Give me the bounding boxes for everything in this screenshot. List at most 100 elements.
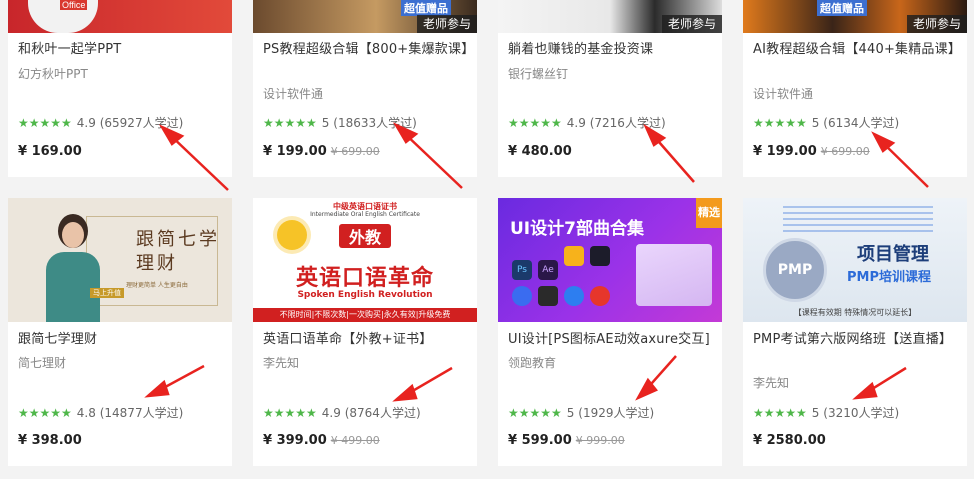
rating-value: 4.9 (566, 116, 586, 130)
thumbnail-bottom-bar: 不限时间|不限次数|一次购买|永久有效|升级免费 (253, 308, 477, 322)
star-rating-icon: ★★★★★ (18, 406, 72, 420)
sun-icon (277, 220, 307, 250)
thumbnail-en-text: Spoken English Revolution (297, 290, 433, 300)
course-author: 领跑教育 (508, 356, 557, 370)
thumbnail-tag: 外教 (339, 224, 392, 248)
course-price: ¥ 399.00 ¥ 499.00 (263, 432, 380, 450)
teacher-badge: 老师参与 (906, 15, 967, 33)
course-title[interactable]: PMP考试第六版网络班【送直播】 (753, 329, 959, 351)
thumbnail-main-text: 项目管理 (857, 244, 929, 265)
course-rating: ★★★★★ 5 (1929人学过) (508, 405, 654, 421)
course-price: ¥ 199.00 ¥ 699.00 (753, 143, 870, 161)
course-thumbnail[interactable]: 中级英语口语证书 Intermediate Oral English Certi… (253, 198, 477, 322)
learner-count: (7216人学过) (589, 116, 666, 130)
current-price: ¥ 480.00 (508, 144, 572, 159)
course-thumbnail[interactable]: 超值赠品 老师参与 (253, 0, 477, 33)
course-thumbnail[interactable]: PMP 项目管理 PMP培训课程 【课程有效期 特殊情况可以延长】 (743, 198, 967, 322)
star-rating-icon: ★★★★★ (263, 116, 317, 130)
current-price: ¥ 599.00 (508, 433, 572, 448)
course-title[interactable]: 和秋叶一起学PPT (18, 39, 224, 61)
thumbnail-info-lines (783, 206, 933, 236)
course-card[interactable]: 超值赠品 老师参与 AI教程超级合辑【440+集精品课】 设计软件通 ★★★★★… (743, 0, 967, 177)
thumbnail-gift-text: 超值赠品 (817, 0, 867, 16)
course-card[interactable]: 跟简七学理财 理财更简单 人生更自由 马上升值 跟简七学理财 简七理财 ★★★★… (8, 198, 232, 466)
course-rating: ★★★★★ 5 (3210人学过) (753, 405, 899, 421)
course-author: 设计软件通 (753, 87, 814, 101)
learner-count: (1929人学过) (578, 406, 655, 420)
course-thumbnail[interactable]: Office (8, 0, 232, 33)
current-price: ¥ 398.00 (18, 433, 82, 448)
course-author: 李先知 (753, 376, 790, 390)
star-rating-icon: ★★★★★ (508, 116, 562, 130)
axure-icon (590, 246, 610, 266)
course-thumbnail[interactable]: 老师参与 (498, 0, 722, 33)
course-title[interactable]: UI设计[PS图标AE动效axure交互] (508, 329, 714, 351)
app-icons: Ps Ae (512, 246, 632, 316)
thumbnail-tag: 精选 (696, 198, 722, 228)
course-rating: ★★★★★ 4.9 (65927人学过) (18, 115, 183, 131)
course-author: 李先知 (263, 356, 300, 370)
original-price: ¥ 499.00 (330, 434, 380, 447)
course-price: ¥ 480.00 (508, 143, 572, 161)
link-icon (512, 286, 532, 306)
course-author: 设计软件通 (263, 87, 324, 101)
learner-count: (65927人学过) (99, 116, 184, 130)
ps-icon: Ps (512, 260, 532, 280)
teacher-badge: 老师参与 (661, 15, 722, 33)
current-price: ¥ 169.00 (18, 144, 82, 159)
rating-value: 5 (811, 406, 820, 420)
course-title[interactable]: 跟简七学理财 (18, 329, 224, 351)
course-title[interactable]: 英语口语革命【外教+证书】 (263, 329, 469, 351)
star-rating-icon: ★★★★★ (18, 116, 72, 130)
rating-value: 5 (321, 116, 330, 130)
thumbnail-main-text: 英语口语革命 (295, 266, 434, 291)
thumbnail-gift-text: 超值赠品 (401, 0, 451, 16)
thumbnail-office-text: Office (60, 0, 88, 10)
course-author: 银行螺丝钉 (508, 67, 569, 81)
pmp-logo-icon: PMP (763, 238, 827, 302)
current-price: ¥ 399.00 (263, 433, 327, 448)
course-card[interactable]: Office 和秋叶一起学PPT 幻方秋叶PPT ★★★★★ 4.9 (65927… (8, 0, 232, 177)
thumbnail-bottom-text: 【课程有效期 特殊情况可以延长】 (793, 308, 917, 317)
course-card[interactable]: 超值赠品 老师参与 PS教程超级合辑【800+集爆款课】 设计软件通 ★★★★★… (253, 0, 477, 177)
teacher-badge: 老师参与 (416, 15, 477, 33)
course-rating: ★★★★★ 4.9 (7216人学过) (508, 115, 666, 131)
learner-count: (14877人学过) (99, 406, 184, 420)
course-author: 简七理财 (18, 356, 67, 370)
star-rating-icon: ★★★★★ (753, 116, 807, 130)
course-title[interactable]: PS教程超级合辑【800+集爆款课】 (263, 39, 474, 61)
uxui-icon (564, 286, 584, 306)
course-card[interactable]: 中级英语口语证书 Intermediate Oral English Certi… (253, 198, 477, 466)
course-card[interactable]: UI设计7部曲合集 精选 Ps Ae UI设计[PS图标AE动效axure交互] … (498, 198, 722, 466)
thumbnail-subtitle: 理财更简单 人生更自由 (126, 282, 188, 289)
coupon-icon (590, 286, 610, 306)
course-title[interactable]: AI教程超级合辑【440+集精品课】 (753, 39, 961, 61)
course-author: 幻方秋叶PPT (18, 67, 88, 81)
original-price: ¥ 699.00 (820, 145, 870, 158)
current-price: ¥ 2580.00 (753, 433, 826, 448)
course-card[interactable]: PMP 项目管理 PMP培训课程 【课程有效期 特殊情况可以延长】 PMP考试第… (743, 198, 967, 466)
learner-count: (3210人学过) (823, 406, 900, 420)
course-title[interactable]: 躺着也赚钱的基金投资课 (508, 39, 714, 61)
course-thumbnail[interactable]: UI设计7部曲合集 精选 Ps Ae (498, 198, 722, 322)
course-card[interactable]: 老师参与 躺着也赚钱的基金投资课 银行螺丝钉 ★★★★★ 4.9 (7216人学过… (498, 0, 722, 177)
thumbnail-screens (636, 244, 712, 306)
ae-icon: Ae (538, 260, 558, 280)
thumbnail-top-en: Intermediate Oral English Certificate (310, 211, 420, 218)
course-price: ¥ 398.00 (18, 432, 82, 450)
original-price: ¥ 999.00 (575, 434, 625, 447)
thumbnail-tag: 马上升值 (90, 288, 124, 298)
course-rating: ★★★★★ 4.8 (14877人学过) (18, 405, 183, 421)
rating-value: 4.9 (76, 116, 96, 130)
current-price: ¥ 199.00 (263, 144, 327, 159)
thumbnail-sub-text: PMP培训课程 (847, 270, 931, 285)
course-price: ¥ 169.00 (18, 143, 82, 161)
course-thumbnail[interactable]: 超值赠品 老师参与 (743, 0, 967, 33)
star-rating-icon: ★★★★★ (263, 406, 317, 420)
current-price: ¥ 199.00 (753, 144, 817, 159)
thumbnail-title: 跟简七学理财 (136, 229, 220, 274)
original-price: ¥ 699.00 (330, 145, 380, 158)
learner-count: (6134人学过) (823, 116, 900, 130)
course-thumbnail[interactable]: 跟简七学理财 理财更简单 人生更自由 马上升值 (8, 198, 232, 322)
course-price: ¥ 2580.00 (753, 432, 826, 450)
